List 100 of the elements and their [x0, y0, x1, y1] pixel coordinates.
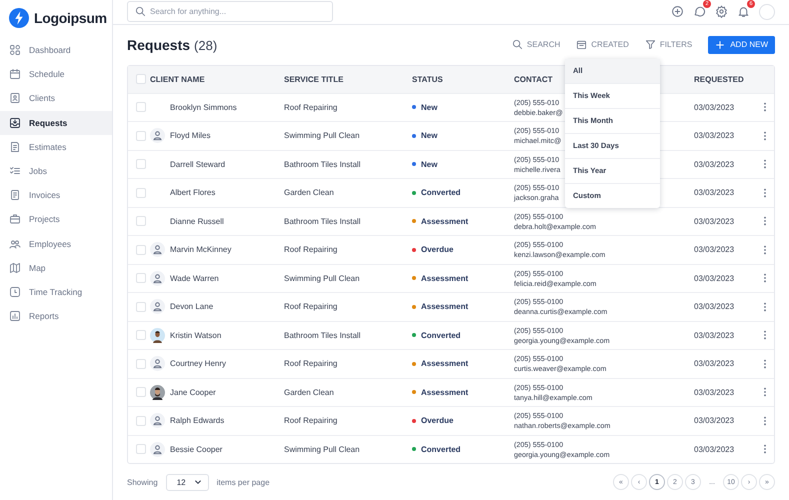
checkbox[interactable]	[136, 358, 146, 369]
page-size-select[interactable]: 12	[166, 474, 209, 490]
clock-icon	[9, 286, 21, 298]
avatar-icon	[150, 299, 165, 314]
status-label: Assessment	[421, 302, 468, 312]
checkbox[interactable]	[136, 244, 146, 255]
table-cell-text: Roof Repairing	[284, 415, 338, 428]
column-header[interactable]: STATUS	[412, 66, 514, 92]
add-circle-icon[interactable]	[671, 5, 684, 18]
checkbox[interactable]	[136, 330, 146, 340]
table-cell-text: 03/03/2023	[694, 301, 736, 314]
status-label: Overdue	[421, 416, 454, 426]
briefcase-icon	[9, 213, 21, 226]
checkbox[interactable]	[136, 387, 146, 398]
sidebar-item[interactable]: Projects	[0, 207, 112, 232]
sidebar-item[interactable]: Estimates	[0, 134, 112, 159]
sidebar-item[interactable]: Reports	[0, 304, 112, 328]
logo-text: Logoipsum	[34, 10, 107, 26]
table-cell-text: Swimming Pull Clean	[284, 130, 361, 142]
table-cell-text: Garden Clean	[284, 187, 335, 200]
client-name: Albert Flores	[170, 188, 216, 198]
footer-text: Showing	[127, 478, 158, 486]
map-icon	[9, 262, 21, 274]
select-value: 12	[176, 478, 186, 486]
calendar-icon	[9, 68, 21, 80]
table-cell-text: Bathroom Tiles Install	[284, 330, 362, 342]
sidebar-item[interactable]: Time Tracking	[0, 280, 112, 304]
client-name: Ralph Edwards	[170, 416, 224, 426]
table-cell-text: Roof Repairing	[284, 244, 338, 256]
status-label: New	[421, 160, 438, 169]
toolbar-button[interactable]: FILTERS	[638, 36, 698, 53]
checkbox[interactable]	[136, 159, 146, 170]
table-cell-text: Roof Repairing	[284, 358, 338, 370]
add-new-button[interactable]: ADD NEW	[708, 36, 775, 54]
chat-icon[interactable]	[693, 5, 706, 18]
table-cell-text: 03/03/2023	[694, 358, 736, 370]
table-cell-text: 03/03/2023	[694, 158, 736, 171]
table-cell-text: Garden Clean	[284, 386, 335, 399]
status-label: New	[421, 102, 438, 112]
grid-icon	[9, 44, 21, 56]
avatar-icon	[150, 442, 165, 457]
checkbox[interactable]	[136, 102, 146, 112]
toolbar-button[interactable]: CREATED	[570, 36, 635, 53]
table-cell-text: 03/03/2023	[694, 130, 736, 142]
sidebar-item[interactable]: Dashboard	[0, 38, 112, 62]
checkbox[interactable]	[136, 444, 146, 454]
client-name: Courtney Henry	[170, 359, 226, 368]
client-name: Brooklyn Simmons	[170, 102, 237, 112]
contact-card-icon	[9, 92, 21, 104]
chevron-down-icon	[194, 478, 202, 486]
column-header[interactable]: CLIENT NAME	[150, 66, 284, 92]
avatar-icon	[150, 328, 165, 343]
people-icon	[9, 238, 21, 250]
status-label: Converted	[421, 444, 461, 454]
sidebar-item[interactable]: Invoices	[0, 183, 112, 208]
sidebar-item[interactable]: Clients	[0, 86, 112, 111]
search-field[interactable]: Search for anything...	[127, 1, 333, 22]
status-label: Assessment	[421, 388, 468, 397]
settings-icon[interactable]	[715, 5, 728, 18]
search-icon	[512, 39, 523, 50]
table-cell-text: 03/03/2023	[694, 444, 736, 456]
plus-icon	[715, 40, 726, 50]
table-cell-text: 03/03/2023	[694, 415, 736, 428]
sidebar-item[interactable]: Jobs	[0, 158, 112, 184]
client-name: Wade Warren	[170, 274, 219, 283]
checkbox[interactable]	[136, 416, 146, 426]
checkbox[interactable]	[136, 188, 146, 198]
avatar-icon	[150, 384, 165, 400]
table-cell-text: 03/03/2023	[694, 102, 736, 114]
lightning-logo-icon	[9, 8, 29, 28]
client-name: Darrell Steward	[170, 160, 226, 169]
notifications-icon[interactable]	[737, 5, 750, 18]
sidebar-item[interactable]: Requests	[0, 110, 112, 135]
status-label: Overdue	[421, 245, 454, 254]
client-name: Bessie Cooper	[170, 444, 222, 454]
checkbox[interactable]	[136, 302, 146, 312]
client-name: Kristin Watson	[170, 330, 222, 340]
footer-text: items per page	[216, 478, 270, 486]
sidebar-item[interactable]: Map	[0, 256, 112, 280]
client-name: Jane Cooper	[170, 388, 216, 397]
client-name: Devon Lane	[170, 302, 214, 312]
record-count: (28)	[194, 38, 218, 52]
checkbox[interactable]	[136, 130, 146, 141]
avatar-icon	[150, 128, 165, 144]
sidebar-item[interactable]: Employees	[0, 232, 112, 256]
toolbar-button[interactable]: SEARCH	[506, 36, 566, 53]
table-cell-text: Bathroom Tiles Install	[284, 158, 362, 171]
sidebar-item[interactable]: Schedule	[0, 62, 112, 86]
checkbox[interactable]	[136, 273, 146, 284]
column-header[interactable]: REQUESTED	[694, 66, 754, 92]
column-header[interactable]: SERVICE TITLE	[284, 66, 412, 92]
table-cell-text: 03/03/2023	[694, 187, 736, 200]
avatar-icon	[150, 270, 165, 286]
avatar-icon	[150, 242, 165, 258]
checkbox[interactable]	[136, 216, 146, 226]
table-cell-text: 03/03/2023	[694, 244, 736, 256]
receipt-icon	[9, 189, 21, 202]
table-cell-text: 03/03/2023	[694, 272, 736, 285]
checkbox[interactable]	[136, 74, 146, 84]
document-icon	[9, 140, 21, 153]
